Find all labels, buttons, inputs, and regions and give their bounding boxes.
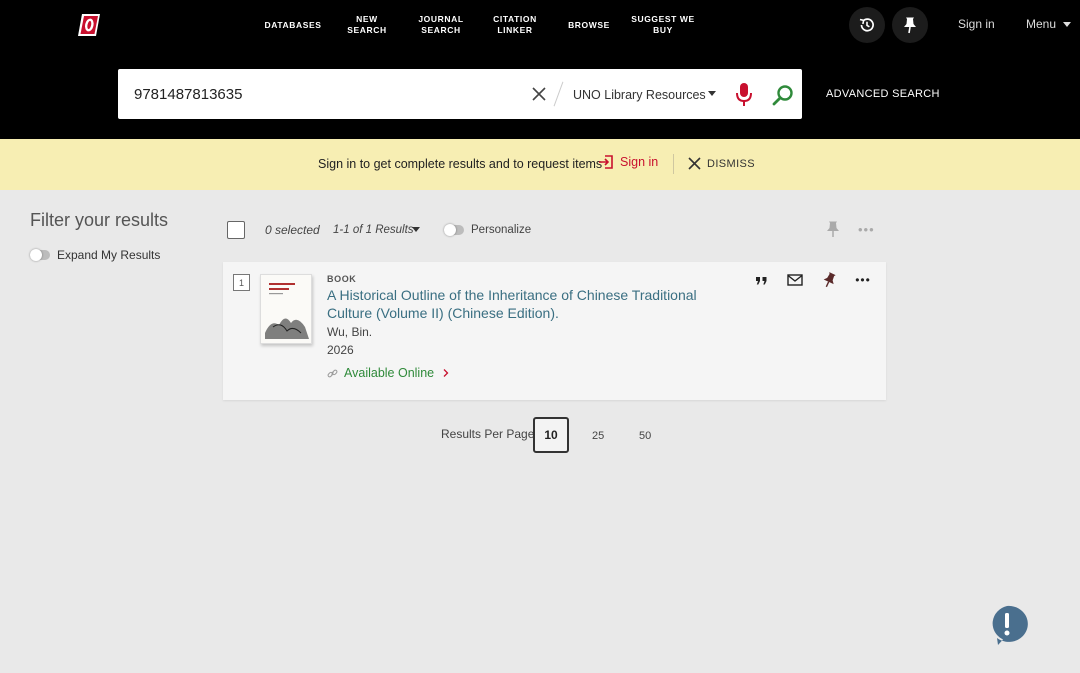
personalize-label[interactable]: Personalize <box>471 224 531 236</box>
search-bar: UNO Library Resources <box>118 69 802 119</box>
availability-label: Available Online <box>344 366 435 380</box>
nav-new-search[interactable]: NEW SEARCH <box>335 0 399 50</box>
results-per-page-50[interactable]: 50 <box>639 430 651 442</box>
email-icon <box>787 274 803 286</box>
results-per-page-label: Results Per Page <box>441 427 535 441</box>
result-rank: 1 <box>233 274 250 291</box>
more-icon[interactable]: ••• <box>858 222 875 237</box>
more-actions-button[interactable]: ••• <box>854 272 872 288</box>
quote-icon <box>755 276 766 284</box>
result-actions: ••• <box>752 272 872 288</box>
sign-in-icon <box>599 155 613 169</box>
availability-link[interactable]: Available Online <box>327 366 450 380</box>
result-item[interactable]: 1 BOOK A Historical Outline of the Inher… <box>223 262 886 400</box>
nav-databases[interactable]: DATABASES <box>262 0 324 50</box>
close-icon <box>688 157 701 170</box>
dismiss-label: DISMISS <box>707 157 756 170</box>
clear-icon[interactable] <box>530 85 548 103</box>
expand-results-label[interactable]: Expand My Results <box>57 248 160 262</box>
result-author: Wu, Bin. <box>327 325 373 339</box>
results-per-page-25[interactable]: 25 <box>592 430 604 442</box>
pin-icon[interactable] <box>826 220 840 238</box>
top-bar: DATABASES NEW SEARCH JOURNAL SEARCH CITA… <box>0 0 1080 139</box>
uno-logo[interactable] <box>74 10 104 40</box>
dismiss-button[interactable]: DISMISS <box>688 157 755 170</box>
favorites-button[interactable] <box>892 7 928 43</box>
sign-in-link[interactable]: Sign in <box>958 17 995 31</box>
caret-down-icon[interactable] <box>412 227 420 232</box>
microphone-icon[interactable] <box>734 82 754 108</box>
menu-button[interactable]: Menu <box>1026 17 1072 31</box>
citation-button[interactable] <box>752 272 770 288</box>
email-button[interactable] <box>786 272 804 288</box>
pin-result-button[interactable] <box>820 272 838 288</box>
result-year: 2026 <box>327 343 354 357</box>
nav-suggest-we-buy[interactable]: SUGGEST WE BUY <box>630 0 696 50</box>
book-cover-thumbnail[interactable] <box>260 274 312 344</box>
banner-message: Sign in to get complete results and to r… <box>318 157 603 171</box>
nav-journal-search[interactable]: JOURNAL SEARCH <box>414 0 468 50</box>
banner-divider <box>673 154 674 174</box>
caret-down-icon[interactable] <box>708 91 716 96</box>
resource-type: BOOK <box>327 274 357 284</box>
search-scope-select[interactable]: UNO Library Resources <box>573 88 706 102</box>
feedback-icon[interactable] <box>986 604 1028 646</box>
banner-sign-in-button[interactable]: Sign in <box>598 154 658 170</box>
sign-in-banner: Sign in to get complete results and to r… <box>0 139 1080 190</box>
banner-sign-in-label: Sign in <box>620 155 659 169</box>
nav-citation-linker[interactable]: CITATION LINKER <box>488 0 542 50</box>
menu-label: Menu <box>1026 17 1057 31</box>
expand-results-toggle[interactable] <box>30 249 50 261</box>
filter-title: Filter your results <box>30 210 169 230</box>
selected-count: 0 selected <box>265 223 320 237</box>
caret-down-icon <box>1063 21 1072 27</box>
search-icon[interactable] <box>771 83 795 107</box>
chevron-right-icon <box>443 369 449 377</box>
history-icon <box>859 18 874 32</box>
results-per-page-10[interactable]: 10 <box>533 417 569 453</box>
select-all-checkbox[interactable] <box>227 221 245 239</box>
result-title-link[interactable]: A Historical Outline of the Inheritance … <box>327 286 727 322</box>
result-count-dropdown[interactable]: 1-1 of 1 Results <box>333 224 414 236</box>
search-input[interactable] <box>134 83 514 105</box>
link-icon <box>327 369 338 377</box>
search-history-button[interactable] <box>849 7 885 43</box>
scope-divider <box>553 81 564 107</box>
advanced-search-link[interactable]: ADVANCED SEARCH <box>826 88 940 100</box>
nav-browse[interactable]: BROWSE <box>562 0 616 50</box>
pin-icon <box>904 17 916 34</box>
more-icon: ••• <box>855 273 871 287</box>
pin-icon <box>823 272 836 288</box>
personalize-toggle[interactable] <box>444 224 464 236</box>
